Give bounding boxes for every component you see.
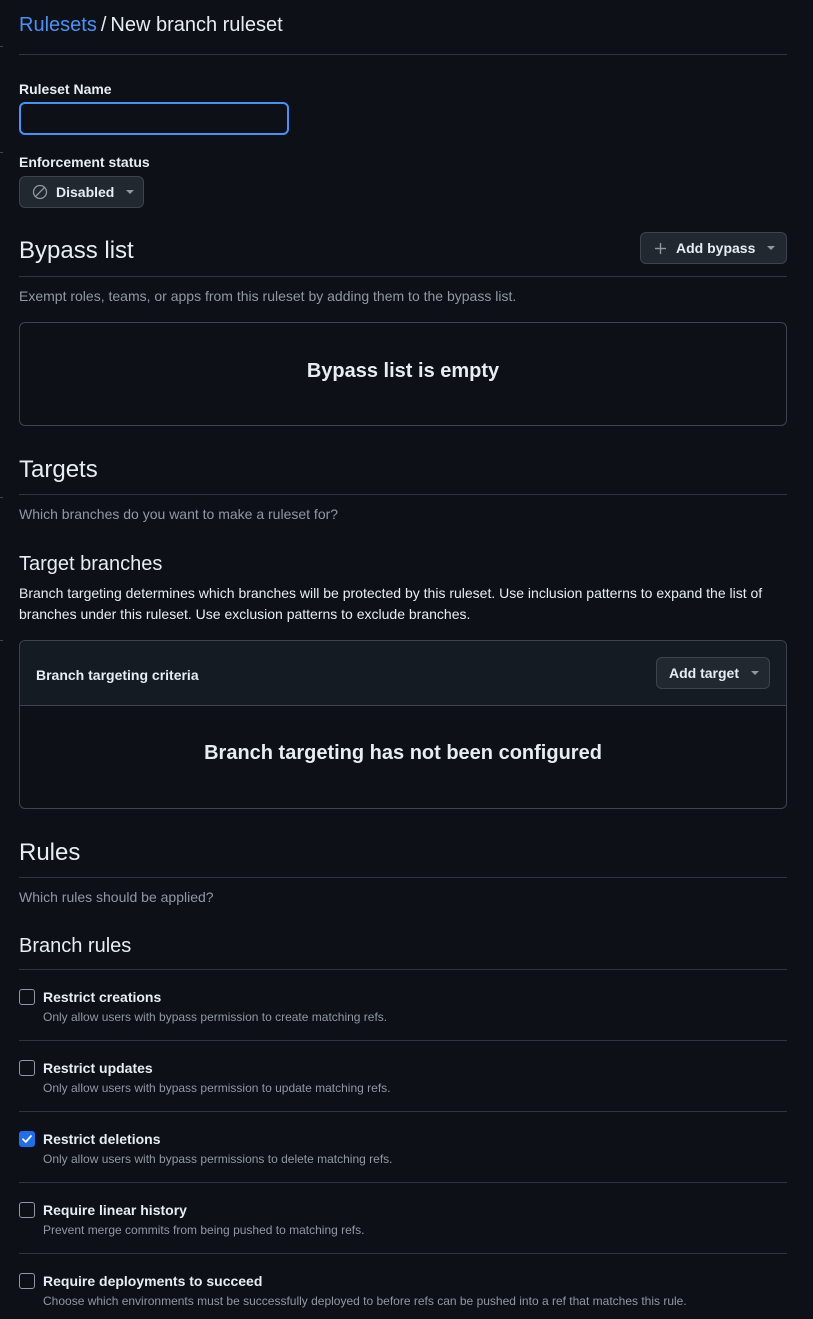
edge-tick: [0, 46, 3, 47]
chevron-down-icon: [126, 190, 135, 194]
divider: [19, 1111, 787, 1112]
rule-checkbox[interactable]: [19, 989, 35, 1005]
enforcement-status-value: Disabled: [56, 184, 115, 200]
edge-tick: [0, 497, 3, 498]
add-target-button[interactable]: Add target: [656, 657, 770, 689]
chevron-down-icon: [751, 671, 759, 675]
divider: [19, 1253, 787, 1254]
target-branches-description: Branch targeting determines which branch…: [19, 585, 763, 622]
add-bypass-label: Add bypass: [676, 240, 756, 256]
add-target-label: Add target: [669, 665, 739, 681]
enforcement-status-label: Enforcement status: [19, 154, 150, 170]
rule-item: Restrict deletions Only allow users with …: [19, 1131, 787, 1171]
rule-checkbox[interactable]: [19, 1202, 35, 1218]
divider: [19, 969, 787, 970]
rule-description: Only allow users with bypass permission …: [43, 1081, 391, 1095]
rule-description: Prevent merge commits from being pushed …: [43, 1223, 365, 1237]
rule-item: Restrict updates Only allow users with by…: [19, 1060, 787, 1100]
branch-targeting-box: Branch targeting criteria Add target Bra…: [19, 640, 787, 809]
breadcrumb: Rulesets / New branch ruleset: [19, 13, 283, 37]
rule-item: Require deployments to succeed Choose whi…: [19, 1273, 787, 1313]
rules-heading: Rules: [19, 839, 81, 866]
circle-slash-icon: [32, 184, 48, 200]
ruleset-name-input[interactable]: [19, 102, 289, 135]
bypass-list-box: Bypass list is empty: [19, 322, 787, 426]
divider: [19, 1182, 787, 1183]
enforcement-status-dropdown[interactable]: Disabled: [19, 176, 144, 208]
targets-heading: Targets: [19, 456, 98, 483]
rule-checkbox[interactable]: [19, 1131, 35, 1147]
rule-title: Restrict creations: [43, 989, 162, 1005]
edge-tick: [0, 152, 3, 153]
rule-title: Require linear history: [43, 1202, 187, 1218]
rule-title: Restrict deletions: [43, 1131, 161, 1147]
plus-icon: [654, 242, 667, 255]
chevron-down-icon: [767, 246, 776, 250]
divider: [19, 54, 787, 55]
rule-checkbox[interactable]: [19, 1060, 35, 1076]
targets-description: Which branches do you want to make a rul…: [19, 506, 339, 522]
rule-item: Restrict creations Only allow users with …: [19, 989, 787, 1029]
edge-tick: [0, 640, 3, 641]
page-title: New branch ruleset: [110, 14, 283, 36]
rule-description: Choose which environments must be succes…: [43, 1294, 687, 1308]
check-icon: [22, 1135, 32, 1143]
rule-description: Only allow users with bypass permission …: [43, 1010, 388, 1024]
divider: [19, 877, 787, 878]
divider: [19, 276, 787, 277]
bypass-empty-message: Bypass list is empty: [306, 360, 500, 382]
breadcrumb-separator: /: [100, 14, 107, 36]
rule-checkbox[interactable]: [19, 1273, 35, 1289]
bypass-description: Exempt roles, teams, or apps from this r…: [19, 288, 517, 304]
bypass-list-heading: Bypass list: [19, 237, 134, 264]
branch-rules-heading: Branch rules: [19, 935, 132, 957]
ruleset-page: Rulesets / New branch ruleset Ruleset Name…: [0, 0, 813, 1319]
rule-title: Require deployments to succeed: [43, 1273, 263, 1289]
branch-targeting-criteria-label: Branch targeting criteria: [36, 667, 199, 683]
ruleset-name-label: Ruleset Name: [19, 81, 112, 97]
branch-targeting-header: Branch targeting criteria Add target: [20, 641, 786, 706]
add-bypass-button[interactable]: Add bypass: [640, 232, 787, 264]
target-branches-heading: Target branches: [19, 553, 163, 575]
rule-title: Restrict updates: [43, 1060, 153, 1076]
divider: [19, 1040, 787, 1041]
rules-description: Which rules should be applied?: [19, 889, 214, 905]
divider: [19, 494, 787, 495]
breadcrumb-rulesets-link[interactable]: Rulesets: [19, 14, 97, 36]
rule-description: Only allow users with bypass permissions…: [43, 1152, 393, 1166]
rule-item: Require linear history Prevent merge comm…: [19, 1202, 787, 1242]
branch-targeting-empty-message: Branch targeting has not been configured: [204, 742, 602, 764]
